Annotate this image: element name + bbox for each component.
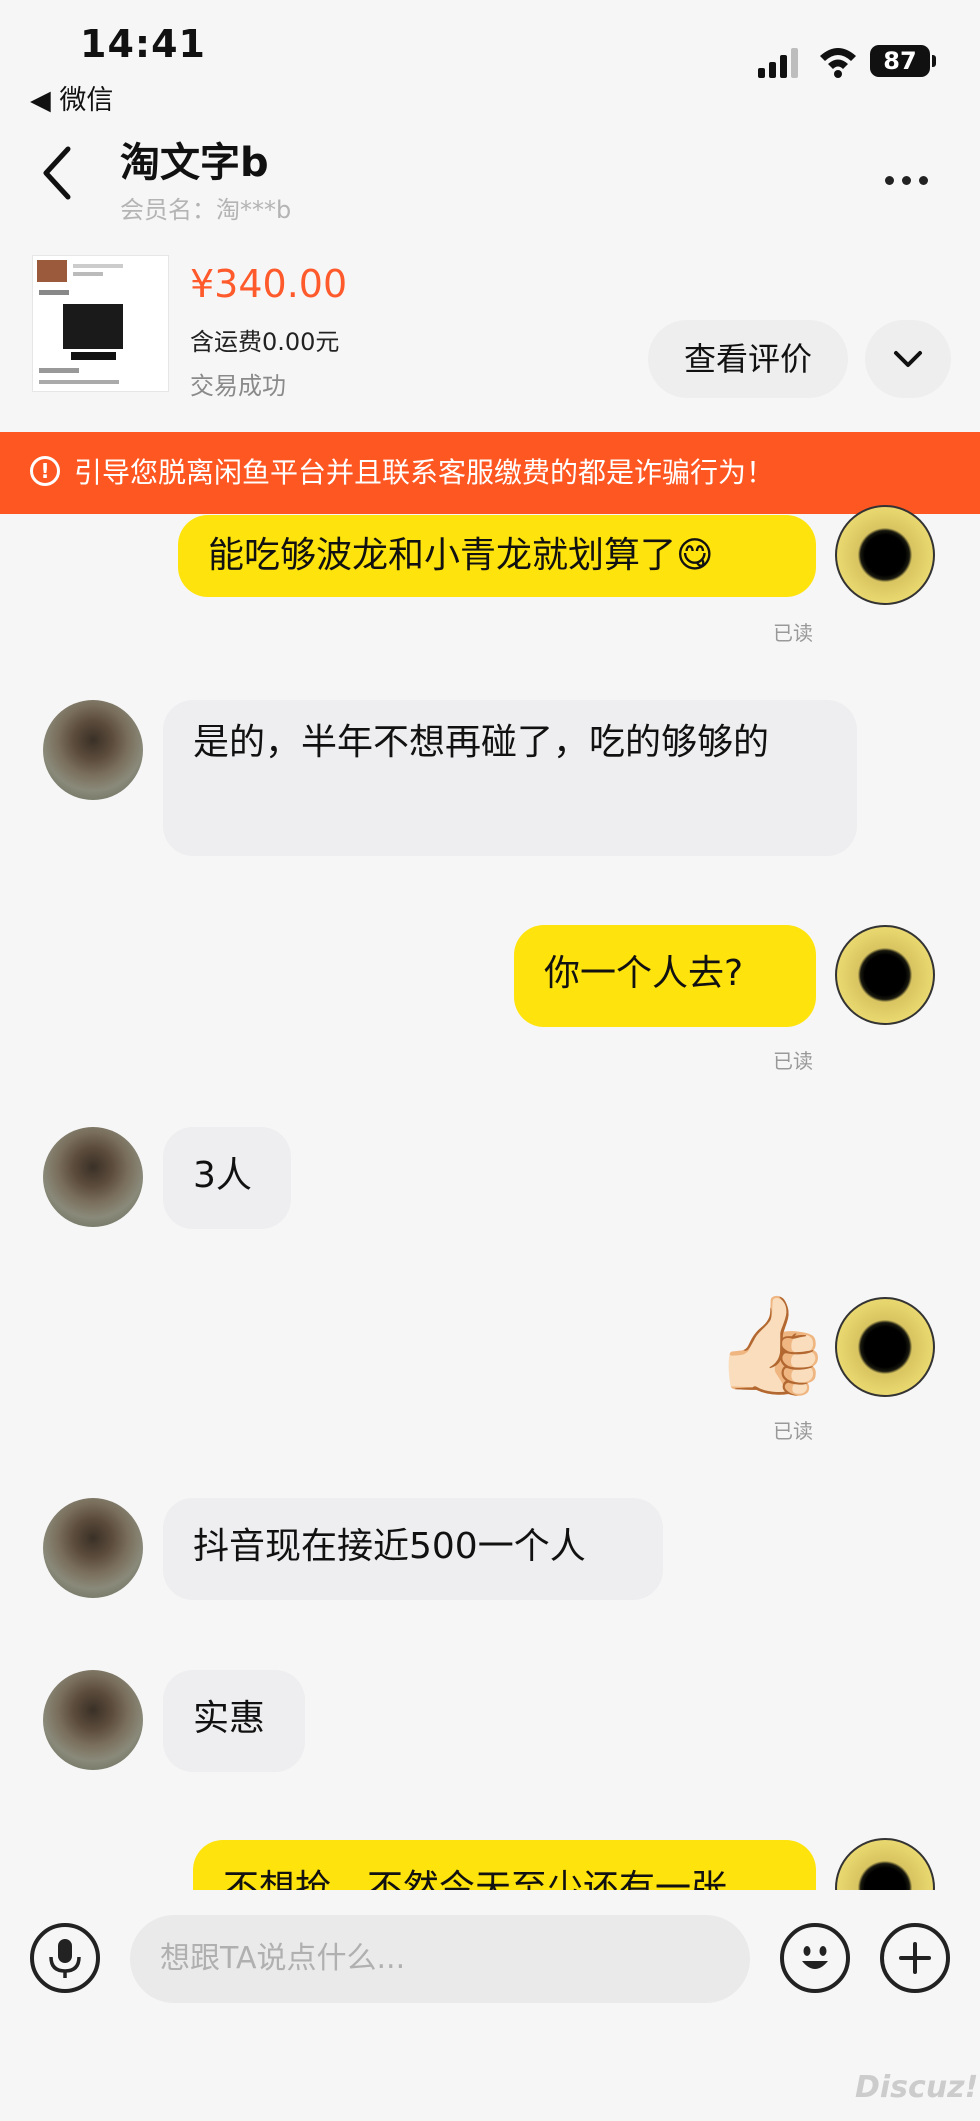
avatar-theirs[interactable] — [43, 1127, 143, 1227]
member-name: 会员名：淘***b — [120, 196, 292, 224]
fraud-warning-banner: ! 引导您脱离闲鱼平台并且联系客服缴费的都是诈骗行为！ — [0, 432, 980, 514]
battery-level: 87 — [870, 45, 930, 77]
message-bubble-mine[interactable]: 能吃够波龙和小青龙就划算了😋 — [178, 515, 816, 597]
chat-title: 淘文字b — [120, 140, 269, 186]
message-bubble-theirs[interactable]: 3人 — [163, 1127, 291, 1229]
avatar-mine[interactable] — [835, 1297, 935, 1397]
shipping-fee: 含运费0.00元 — [190, 328, 340, 356]
message-bubble-mine[interactable]: 你一个人去? — [514, 925, 816, 1027]
avatar-theirs[interactable] — [43, 700, 143, 800]
avatar-theirs[interactable] — [43, 1670, 143, 1770]
message-bubble-theirs[interactable]: 是的，半年不想再碰了，吃的够够的 — [163, 700, 857, 856]
deal-status: 交易成功 — [190, 372, 286, 400]
emoji-button[interactable] — [780, 1923, 850, 1993]
chevron-down-icon — [894, 351, 922, 367]
expand-button[interactable] — [865, 320, 951, 398]
warning-text: 引导您脱离闲鱼平台并且联系客服缴费的都是诈骗行为！ — [74, 456, 775, 489]
read-receipt: 已读 — [773, 1049, 813, 1073]
battery-icon — [932, 55, 936, 67]
message-input[interactable]: 想跟TA说点什么... — [130, 1915, 750, 2003]
voice-input-button[interactable] — [30, 1923, 100, 1993]
status-time: 14:41 — [80, 22, 206, 66]
back-arrow-icon[interactable] — [40, 145, 74, 201]
wifi-icon — [820, 48, 856, 78]
thumbs-up-sticker[interactable]: 👍🏻 — [712, 1295, 832, 1395]
view-review-button[interactable]: 查看评价 — [648, 320, 848, 398]
message-bubble-theirs[interactable]: 实惠 — [163, 1670, 305, 1772]
more-options-icon[interactable] — [885, 170, 936, 189]
avatar-mine[interactable] — [835, 505, 935, 605]
read-receipt: 已读 — [773, 621, 813, 645]
back-to-wechat-link[interactable]: ◀ 微信 — [30, 78, 113, 117]
message-bubble-theirs[interactable]: 抖音现在接近500一个人 — [163, 1498, 663, 1600]
warning-icon: ! — [30, 456, 60, 486]
microphone-icon — [49, 1939, 81, 1978]
watermark: Discuz! — [855, 2070, 979, 2105]
product-price: ¥340.00 — [190, 262, 348, 306]
plus-icon — [899, 1942, 931, 1974]
signal-icon — [758, 48, 798, 78]
avatar-theirs[interactable] — [43, 1498, 143, 1598]
avatar-mine[interactable] — [835, 925, 935, 1025]
read-receipt: 已读 — [773, 1419, 813, 1443]
product-thumbnail[interactable] — [32, 255, 169, 392]
more-actions-button[interactable] — [880, 1923, 950, 1993]
emoji-icon — [802, 1946, 828, 1969]
